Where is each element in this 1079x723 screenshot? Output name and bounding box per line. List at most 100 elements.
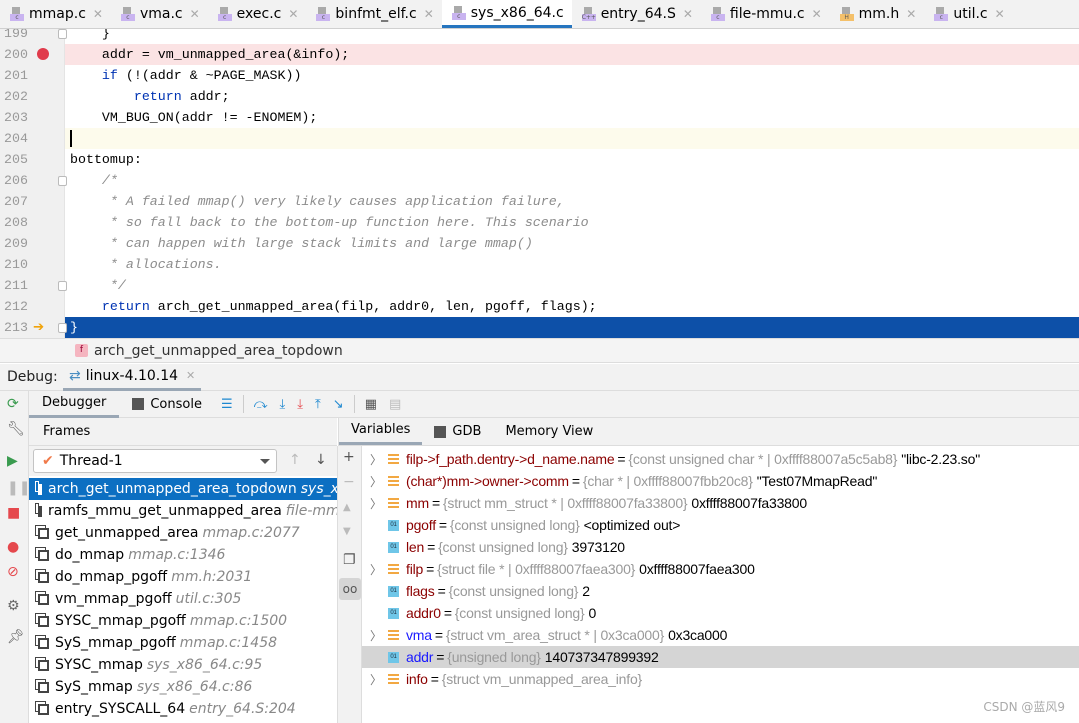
run-to-cursor-icon[interactable]: ↘ <box>333 397 344 412</box>
tab-gdb[interactable]: GDB <box>422 418 493 445</box>
code-line[interactable]: 204 <box>0 128 1079 149</box>
mute-breakpoints-icon[interactable]: ⊘ <box>7 564 19 580</box>
fold-icon[interactable] <box>58 29 67 39</box>
gear-icon[interactable]: ⚙ <box>7 598 20 614</box>
code-line[interactable]: 205 bottomup: <box>0 149 1079 170</box>
variable-row[interactable]: 01 flags = {const unsigned long} 2 <box>362 580 1079 602</box>
resume-icon[interactable]: ▶ <box>7 453 18 469</box>
breadcrumb-function[interactable]: arch_get_unmapped_area_topdown <box>94 343 343 359</box>
tab-console[interactable]: Console <box>119 391 215 418</box>
chevron-right-icon[interactable]: 〉 <box>370 451 382 468</box>
code-line[interactable]: 213 ➔} <box>0 317 1079 338</box>
tab-sys-x86-64-c[interactable]: c sys_x86_64.c <box>441 0 572 28</box>
fold-icon[interactable] <box>58 281 67 291</box>
tab-binfmt-elf-c[interactable]: c binfmt_elf.c ✕ <box>306 0 441 28</box>
pause-icon[interactable]: ❚❚ <box>7 480 30 496</box>
code-line[interactable]: 209 * can happen with large stack limits… <box>0 233 1079 254</box>
frames-list[interactable]: arch_get_unmapped_area_topdownsys_x86_64… <box>29 478 337 723</box>
tab-exec-c[interactable]: c exec.c ✕ <box>208 0 307 28</box>
variable-row[interactable]: 〉 mm = {struct mm_struct * | 0xffff88007fa3… <box>362 492 1079 514</box>
variable-row[interactable]: 〉 (char*)mm->owner->comm = {char * | 0xffff… <box>362 470 1079 492</box>
layout-menu-icon[interactable]: ☰ <box>221 397 233 412</box>
fold-icon[interactable] <box>58 323 67 333</box>
tab-entry-64-s[interactable]: C++ entry_64.S ✕ <box>572 0 701 28</box>
variables-list[interactable]: 〉 filp->f_path.dentry->d_name.name = {const… <box>362 448 1079 690</box>
fold-icon[interactable] <box>58 176 67 186</box>
close-icon[interactable]: ✕ <box>424 7 434 21</box>
code-line[interactable]: 207 * A failed mmap() very likely causes… <box>0 191 1079 212</box>
move-down-icon[interactable]: ▼ <box>343 526 351 537</box>
stack-frame[interactable]: SyS_mmap sys_x86_64.c:86 <box>29 676 337 698</box>
force-step-into-icon[interactable]: ⤓ <box>297 397 303 412</box>
chevron-right-icon[interactable]: 〉 <box>370 561 382 578</box>
tab-mmap-c[interactable]: c mmap.c ✕ <box>0 0 111 28</box>
code-line[interactable]: 210 * allocations. <box>0 254 1079 275</box>
close-icon[interactable]: ✕ <box>93 7 103 21</box>
thread-dropdown[interactable]: ✔ Thread-1 <box>33 449 277 473</box>
variable-row[interactable]: 〉 info = {struct vm_unmapped_area_info} <box>362 668 1079 690</box>
code-line[interactable]: 199 } <box>0 29 1079 44</box>
breakpoint-icon[interactable] <box>37 48 49 60</box>
code-line[interactable]: 206 /* <box>0 170 1079 191</box>
breadcrumb[interactable]: f arch_get_unmapped_area_topdown <box>0 338 1079 363</box>
pin-icon[interactable]: 📌︎ <box>7 629 25 645</box>
settings-wrench-icon[interactable]: 🔧︎ <box>7 421 25 437</box>
code-line[interactable]: 212 return arch_get_unmapped_area(filp, … <box>0 296 1079 317</box>
close-icon[interactable]: ✕ <box>190 7 200 21</box>
move-up-icon[interactable]: ▲ <box>343 502 351 513</box>
stack-frame[interactable]: vm_mmap_pgoff util.c:305 <box>29 588 337 610</box>
variable-row[interactable]: 01 pgoff = {const unsigned long} <optimized … <box>362 514 1079 536</box>
tab-mm-h[interactable]: Hmm.h ✕ <box>830 0 925 28</box>
code-line[interactable]: 203 VM_BUG_ON(addr != -ENOMEM); <box>0 107 1079 128</box>
trace-icon[interactable]: ▤ <box>389 397 401 412</box>
variable-row[interactable]: 〉 filp = {struct file * | 0xffff88007faea30… <box>362 558 1079 580</box>
evaluate-expression-icon[interactable]: ▦ <box>365 397 377 412</box>
variable-row[interactable]: 〉 filp->f_path.dentry->d_name.name = {const… <box>362 448 1079 470</box>
tab-memory-view[interactable]: Memory View <box>493 418 605 445</box>
stack-frame[interactable]: do_mmap mmap.c:1346 <box>29 544 337 566</box>
stack-frame[interactable]: SYSC_mmap sys_x86_64.c:95 <box>29 654 337 676</box>
stack-frame[interactable]: ramfs_mmu_get_unmapped_areafile-mmu.c <box>29 500 337 522</box>
tab-variables[interactable]: Variables <box>339 418 423 445</box>
stop-icon[interactable]: ■ <box>7 505 20 521</box>
remove-watch-icon[interactable]: − <box>343 474 355 490</box>
tab-debugger[interactable]: Debugger <box>29 391 120 418</box>
step-into-icon[interactable]: ⤓ <box>280 397 286 412</box>
variable-row[interactable]: 〉 vma = {struct vm_area_struct * | 0x3ca000… <box>362 624 1079 646</box>
stack-frame[interactable]: entry_SYSCALL_64 entry_64.S:204 <box>29 698 337 720</box>
arrow-down-icon[interactable]: ↓ <box>315 452 327 468</box>
stack-frame[interactable]: get_unmapped_area mmap.c:2077 <box>29 522 337 544</box>
code-line[interactable]: 208 * so fall back to the bottom-up func… <box>0 212 1079 233</box>
tab-vma-c[interactable]: c vma.c ✕ <box>111 0 208 28</box>
close-icon[interactable]: ✕ <box>683 7 693 21</box>
variable-row[interactable]: 01 addr = {unsigned long} 140737347899392 <box>362 646 1079 668</box>
chevron-right-icon[interactable]: 〉 <box>370 495 382 512</box>
arrow-up-icon[interactable]: ↑ <box>289 452 301 468</box>
code-line[interactable]: 201 if (!(addr & ~PAGE_MASK)) <box>0 65 1079 86</box>
code-line[interactable]: 202 return addr; <box>0 86 1079 107</box>
tab-file-mmu-c[interactable]: c file-mmu.c ✕ <box>701 0 830 28</box>
close-icon[interactable]: ✕ <box>288 7 298 21</box>
chevron-right-icon[interactable]: 〉 <box>370 473 382 490</box>
step-over-icon[interactable]: ⤼ <box>254 397 268 412</box>
stack-frame[interactable]: SYSC_mmap_pgoff mmap.c:1500 <box>29 610 337 632</box>
rerun-icon[interactable]: ⟳ <box>7 396 19 412</box>
view-breakpoints-icon[interactable]: ● <box>7 539 19 555</box>
debug-session-tab[interactable]: ⇄ linux-4.10.14 ✕ <box>63 364 202 391</box>
chevron-right-icon[interactable]: 〉 <box>370 671 382 688</box>
variable-row[interactable]: 01 len = {const unsigned long} 3973120 <box>362 536 1079 558</box>
stack-frame[interactable]: SyS_mmap_pgoff mmap.c:1458 <box>29 632 337 654</box>
watches-glasses-icon[interactable]: oo <box>339 578 361 600</box>
close-icon[interactable]: ✕ <box>186 369 195 382</box>
stack-frame[interactable]: arch_get_unmapped_area_topdownsys_x86_64… <box>29 478 337 500</box>
stack-frame[interactable]: do_mmap_pgoff mm.h:2031 <box>29 566 337 588</box>
close-icon[interactable]: ✕ <box>812 7 822 21</box>
copy-icon[interactable]: ❐ <box>343 552 356 568</box>
chevron-right-icon[interactable]: 〉 <box>370 627 382 644</box>
close-icon[interactable]: ✕ <box>906 7 916 21</box>
code-line[interactable]: 200 addr = vm_unmapped_area(&info); <box>0 44 1079 65</box>
code-editor[interactable]: 199 } 200 addr = vm_unmapped_area(&info);… <box>0 29 1079 338</box>
add-watch-icon[interactable]: + <box>343 449 355 465</box>
close-icon[interactable]: ✕ <box>995 7 1005 21</box>
tab-util-c[interactable]: c util.c ✕ <box>924 0 1012 28</box>
